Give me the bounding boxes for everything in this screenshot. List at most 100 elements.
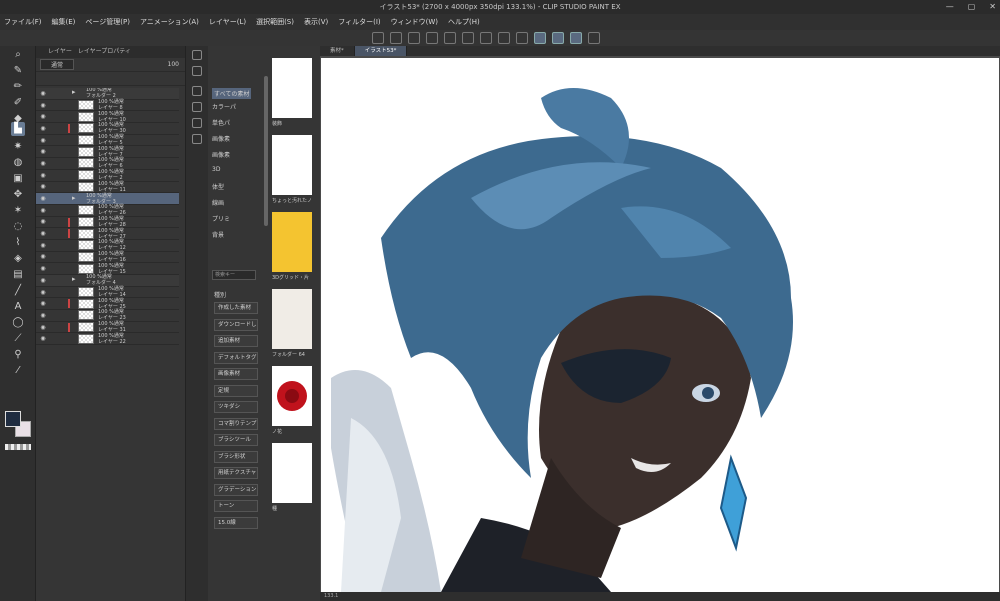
material-tree-scrollbar[interactable] (264, 76, 268, 226)
deselect-icon[interactable] (480, 32, 492, 44)
eye-icon[interactable]: ◉ (38, 253, 48, 260)
text-tool-icon[interactable]: A (11, 300, 25, 314)
blend-mode-select[interactable]: 通常 (40, 59, 75, 70)
material-tag[interactable]: 用紙テクスチャ (214, 467, 258, 479)
eye-icon[interactable]: ◉ (38, 148, 48, 155)
tree-item[interactable]: 体型 (212, 182, 224, 191)
menu-selection[interactable]: 選択範囲(S) (256, 14, 294, 30)
material-thumbnail[interactable] (272, 289, 312, 349)
canvas-tab-active[interactable]: イラスト53* (354, 46, 408, 56)
save-icon[interactable] (390, 32, 402, 44)
snap-ruler-icon[interactable] (534, 32, 546, 44)
layer-row[interactable]: ◉ 100 %通常 レイヤー 30 (36, 122, 179, 135)
material-tag[interactable]: ダウンロードした (214, 318, 258, 331)
eye-icon[interactable]: ◉ (38, 300, 48, 307)
eye-icon[interactable]: ◉ (38, 230, 48, 237)
tree-item[interactable]: 単色パ (212, 118, 230, 127)
eye-icon[interactable]: ◉ (38, 113, 48, 120)
gradient-tool-icon[interactable]: ▤ (11, 268, 25, 282)
menu-edit[interactable]: 編集(E) (52, 14, 76, 30)
panel-icon[interactable] (192, 102, 202, 112)
zoom-tool-icon[interactable]: ⌕ (11, 48, 25, 62)
layer-row[interactable]: ◉ 100 %通常 レイヤー 26 (36, 204, 179, 217)
panel-icon[interactable] (192, 118, 202, 128)
balloon-tool-icon[interactable]: ◯ (11, 316, 25, 330)
eye-icon[interactable]: ◉ (38, 102, 48, 109)
operation-tool-icon[interactable]: ▣ (11, 172, 25, 186)
magic-wand-tool-icon[interactable]: ✶ (11, 204, 25, 218)
menu-view[interactable]: 表示(V) (304, 14, 328, 30)
invert-selection-icon[interactable] (498, 32, 510, 44)
menu-help[interactable]: ヘルプ(H) (448, 14, 480, 30)
eye-icon[interactable]: ◉ (38, 195, 48, 202)
timelapse-icon[interactable] (588, 32, 600, 44)
snap-grid-icon[interactable] (552, 32, 564, 44)
layer-row[interactable]: ◉ 100 %通常 レイヤー 31 (36, 321, 179, 334)
eye-icon[interactable]: ◉ (38, 277, 48, 284)
blend-tool-icon[interactable]: ◍ (11, 156, 25, 170)
material-tag[interactable]: コマ割りテンプ (214, 417, 258, 430)
tree-item-all[interactable]: すべての素材 (212, 88, 252, 99)
selection-tool-icon[interactable]: ◌ (11, 220, 25, 234)
eye-icon[interactable]: ◉ (38, 265, 48, 272)
undo-icon[interactable] (408, 32, 420, 44)
material-thumbnail[interactable] (272, 212, 312, 272)
eye-icon[interactable]: ◉ (38, 90, 48, 97)
layer-row[interactable]: ◉ 100 %通常 レイヤー 16 (36, 251, 179, 264)
layer-row[interactable]: ◉ 100 %通常 レイヤー 22 (36, 333, 179, 346)
layer-row[interactable]: ◉ 100 %通常 レイヤー 14 (36, 286, 179, 299)
eye-icon[interactable]: ◉ (38, 183, 48, 190)
material-tag[interactable]: 追加素材 (214, 335, 258, 347)
material-thumbnail[interactable] (272, 58, 312, 118)
panel-icon[interactable] (192, 134, 202, 144)
material-tag[interactable]: 画像素材 (214, 368, 258, 380)
tree-item[interactable]: 画像素 (212, 150, 230, 159)
new-file-icon[interactable] (372, 32, 384, 44)
transform-icon[interactable] (462, 32, 474, 44)
layer-row[interactable]: ◉ 100 %通常 レイヤー 2 (36, 169, 179, 182)
eye-icon[interactable]: ◉ (38, 312, 48, 319)
canvas-tab[interactable]: 素材* (320, 46, 355, 56)
material-tag[interactable]: 15.0線 (214, 516, 258, 529)
tab-layer[interactable]: レイヤー (48, 46, 72, 58)
close-button[interactable]: ✕ (989, 0, 996, 14)
eyedropper-tool-icon[interactable]: ⌇ (11, 236, 25, 250)
material-tag[interactable]: ブラシ形状 (214, 450, 258, 463)
menu-page[interactable]: ページ管理(P) (85, 14, 130, 30)
menu-file[interactable]: ファイル(F) (4, 14, 42, 30)
layer-folder-row[interactable]: ◉ ▸ 100 %通常 フォルダー 2 (36, 88, 179, 100)
eye-icon[interactable]: ◉ (38, 218, 48, 225)
main-color-swatch[interactable] (5, 411, 21, 427)
opacity-value[interactable]: 100 (168, 61, 179, 68)
tree-item[interactable]: 背景 (212, 230, 224, 239)
tree-item[interactable]: プリミ (212, 214, 230, 223)
layer-move-tool-icon[interactable]: ▙ (11, 122, 25, 136)
layer-row[interactable]: ◉ 100 %通常 レイヤー 12 (36, 239, 179, 252)
material-thumbnail[interactable] (272, 366, 312, 426)
material-tag[interactable]: 作成した素材 (214, 302, 258, 314)
tree-item[interactable]: 線画 (212, 198, 224, 207)
material-tag[interactable]: ツキダシ (214, 401, 258, 413)
line-correction-tool-icon[interactable]: ⟋ (11, 332, 25, 346)
pen-tool-icon[interactable]: ✎ (11, 64, 25, 78)
pencil-tool-icon[interactable]: ✏ (11, 80, 25, 94)
tab-layer-property[interactable]: レイヤープロパティ (78, 46, 131, 58)
brush-tool-icon[interactable]: ✐ (11, 96, 25, 110)
snap-special-icon[interactable] (570, 32, 582, 44)
layer-row[interactable]: ◉ 100 %通常 レイヤー 28 (36, 216, 179, 229)
menu-filter[interactable]: フィルター(I) (338, 14, 380, 30)
material-tag[interactable]: ブラシツール (214, 434, 258, 446)
layer-folder-row[interactable]: ◉ ▸ 100 %通常 フォルダー 4 (36, 274, 179, 287)
minimize-button[interactable]: — (946, 0, 954, 14)
hand-tool-icon[interactable]: ⚲ (11, 348, 25, 362)
decoration-tool-icon[interactable]: ✷ (11, 140, 25, 154)
eye-icon[interactable]: ◉ (38, 207, 48, 214)
move-tool-icon[interactable]: ✥ (11, 188, 25, 202)
panel-icon[interactable] (192, 50, 202, 60)
eye-icon[interactable]: ◉ (38, 324, 48, 331)
eye-icon[interactable]: ◉ (38, 172, 48, 179)
tree-item[interactable]: カラーパ (212, 102, 236, 111)
figure-tool-icon[interactable]: ╱ (11, 284, 25, 298)
eye-icon[interactable]: ◉ (38, 137, 48, 144)
material-thumbnail[interactable] (272, 135, 312, 195)
